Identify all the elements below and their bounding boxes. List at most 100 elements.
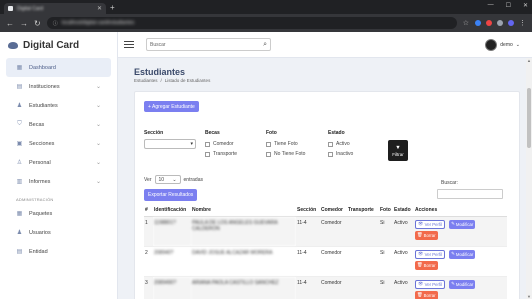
cell-actions: 👁 Ver Perfil ✎ Modificar 🗑 Borrar xyxy=(414,276,507,299)
cell-seccion: 11-4 xyxy=(296,276,320,299)
sidebar-item-usuarios[interactable]: ♟ Usuarios xyxy=(6,223,111,242)
page-scrollbar[interactable]: ▲ ▼ xyxy=(526,58,532,299)
sidebar-item-label: Instituciones xyxy=(29,83,60,90)
search-icon[interactable]: ⌕ xyxy=(263,41,267,49)
scroll-down-icon[interactable]: ▼ xyxy=(526,294,532,299)
search-input[interactable]: Buscar ⌕ xyxy=(146,38,271,51)
delete-button[interactable]: 🗑 Borrar xyxy=(415,290,438,299)
page-length-select[interactable]: 10 ⌄ xyxy=(154,175,181,184)
delete-label: Borrar xyxy=(423,262,436,268)
breadcrumb-link[interactable]: Estudiantes xyxy=(134,78,158,83)
delete-button[interactable]: 🗑 Borrar xyxy=(415,260,438,270)
extension-icon[interactable] xyxy=(497,20,503,26)
column-header[interactable]: Sección xyxy=(296,204,320,217)
browser-chrome: Digital Card ✕ + — ☐ ✕ ← → ↻ ⓘ localhost… xyxy=(0,0,532,32)
menu-kebab-icon[interactable]: ⋮ xyxy=(519,19,526,27)
view-profile-button[interactable]: 👁 Ver Perfil xyxy=(415,279,446,289)
scholarship-icon: ⛉ xyxy=(17,121,22,127)
add-student-button[interactable]: + Agregar Estudiante xyxy=(144,101,199,112)
sidebar-item-estudiantes[interactable]: ♟ Estudiantes ⌄ xyxy=(6,96,111,115)
profile-avatar-icon[interactable] xyxy=(508,20,514,26)
checkbox-label: Transporte xyxy=(213,151,237,157)
checkbox-no-tiene-foto[interactable]: No Tiene Foto xyxy=(266,149,305,159)
scrollbar-thumb[interactable] xyxy=(527,88,531,148)
delete-button[interactable]: 🗑 Borrar xyxy=(415,230,438,240)
extension-icon[interactable] xyxy=(486,20,492,26)
new-tab-icon[interactable]: + xyxy=(110,3,115,12)
minimize-icon[interactable]: — xyxy=(488,2,494,9)
cell-number: 3 xyxy=(144,276,153,299)
checkbox-box[interactable] xyxy=(266,141,271,147)
checkbox-box[interactable] xyxy=(205,141,210,147)
breadcrumb-current: Listado de Estudiantes xyxy=(164,78,211,83)
edit-button[interactable]: ✎ Modificar xyxy=(449,279,476,289)
cell-foto: Si xyxy=(379,276,393,299)
edit-button[interactable]: ✎ Modificar xyxy=(449,249,476,259)
table-search-input[interactable] xyxy=(437,189,503,199)
checkbox-box[interactable] xyxy=(266,151,271,157)
checkbox-box[interactable] xyxy=(328,151,333,157)
checkbox-tiene-foto[interactable]: Tiene Foto xyxy=(266,139,305,149)
hamburger-menu-icon[interactable] xyxy=(124,40,134,49)
edit-button[interactable]: ✎ Modificar xyxy=(449,219,476,229)
column-header[interactable]: Transporte xyxy=(347,204,379,217)
sidebar-item-informes[interactable]: ▥ Informes ⌄ xyxy=(6,172,111,191)
reload-icon[interactable]: ↻ xyxy=(34,19,41,28)
seccion-select[interactable]: ▾ xyxy=(144,139,196,149)
sidebar-section-label: ADMINISTRACIÓN xyxy=(16,197,54,202)
sidebar-item-dashboard[interactable]: ▦ Dashboard xyxy=(6,58,111,77)
column-header[interactable]: Foto xyxy=(379,204,393,217)
view-profile-button[interactable]: 👁 Ver Perfil xyxy=(415,249,446,259)
column-header[interactable]: Identificación xyxy=(153,204,191,217)
address-bar[interactable]: ⓘ localhost/digital-card/estudiantes xyxy=(46,17,457,29)
export-results-button[interactable]: Exportar Resultados xyxy=(144,189,198,201)
view-profile-button[interactable]: 👁 Ver Perfil xyxy=(415,219,446,229)
checkbox-activo[interactable]: Activo xyxy=(328,139,353,149)
chevron-down-icon: ⌄ xyxy=(95,160,101,166)
cloud-logo-icon xyxy=(8,41,18,49)
sidebar-item-label: Informes xyxy=(29,178,51,185)
page-length-control: Ver 10 ⌄ entradas xyxy=(144,175,203,184)
cell-comedor: Comedor xyxy=(320,246,347,277)
filters: Sección ▾ Becas Comedor Transporte Foto … xyxy=(144,130,514,170)
topbar: Buscar ⌕ demo ⌄ xyxy=(118,32,532,58)
sidebar-item-secciones[interactable]: ▣ Secciones ⌄ xyxy=(6,134,111,153)
sidebar-item-label: Dashboard xyxy=(29,64,56,71)
browser-tab[interactable]: Digital Card ✕ xyxy=(4,3,106,14)
extension-icon[interactable] xyxy=(475,20,481,26)
column-header[interactable]: Comedor xyxy=(320,204,347,217)
tab-title: Digital Card xyxy=(17,5,44,12)
view-profile-label: Ver Perfil xyxy=(424,251,443,257)
filter-foto: Foto Tiene Foto No Tiene Foto xyxy=(266,130,305,159)
sidebar-item-becas[interactable]: ⛉ Becas ⌄ xyxy=(6,115,111,134)
site-info-icon[interactable]: ⓘ xyxy=(53,20,58,27)
checkbox-inactivo[interactable]: Inactivo xyxy=(328,149,353,159)
back-icon[interactable]: ← xyxy=(6,19,14,28)
checkbox-comedor[interactable]: Comedor xyxy=(205,139,237,149)
entries-label: entradas xyxy=(183,176,203,183)
checkbox-box[interactable] xyxy=(205,151,210,157)
brand[interactable]: Digital Card xyxy=(0,32,117,58)
cell-transporte xyxy=(347,246,379,277)
close-tab-icon[interactable]: ✕ xyxy=(97,5,102,12)
scroll-up-icon[interactable]: ▲ xyxy=(526,58,532,63)
bookmark-star-icon[interactable]: ☆ xyxy=(463,19,469,27)
checkbox-label: Activo xyxy=(336,141,350,147)
checkbox-transporte[interactable]: Transporte xyxy=(205,149,237,159)
maximize-icon[interactable]: ☐ xyxy=(506,2,511,9)
checkbox-box[interactable] xyxy=(328,141,333,147)
sidebar-item-instituciones[interactable]: ▤ Instituciones ⌄ xyxy=(6,77,111,96)
column-header[interactable]: Estado xyxy=(393,204,414,217)
filter-button[interactable]: ▼ Filtrar xyxy=(388,140,408,161)
sidebar-item-entidad[interactable]: ▤ Entidad xyxy=(6,242,111,261)
column-header[interactable]: Nombre xyxy=(191,204,296,217)
cell-id: 1198801? xyxy=(153,216,191,247)
column-header[interactable]: # xyxy=(144,204,153,217)
url-text: localhost/digital-card/estudiantes xyxy=(61,20,135,26)
cell-foto: Si xyxy=(379,216,393,247)
sidebar-item-personal[interactable]: ♙ Personal ⌄ xyxy=(6,153,111,172)
close-window-icon[interactable]: ✕ xyxy=(523,2,528,9)
forward-icon[interactable]: → xyxy=(20,19,28,28)
user-menu[interactable]: demo ⌄ xyxy=(485,38,520,51)
sidebar-item-paquetes[interactable]: ▦ Paquetes xyxy=(6,204,111,223)
